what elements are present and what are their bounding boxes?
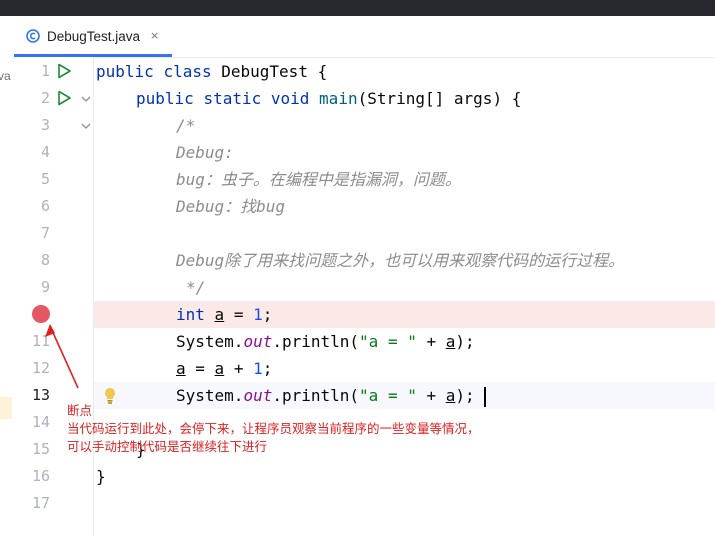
code-line-9[interactable]: */ (186, 274, 205, 301)
code-text: + (224, 359, 254, 378)
code-line-16[interactable]: } (96, 463, 106, 490)
line-number: 1 (40, 62, 50, 80)
code-line-5[interactable]: bug：虫子。在编程中是指漏洞，问题。 (176, 166, 461, 193)
code-line-10[interactable]: int a = 1; (176, 301, 272, 328)
tab-label: DebugTest.java (47, 29, 141, 44)
code-text: } (96, 467, 106, 486)
code-text: ; (262, 305, 273, 324)
code-line-8[interactable]: Debug除了用来找问题之外，也可以用来观察代码的运行过程。 (176, 247, 624, 274)
code-text: + (416, 332, 446, 351)
annotation-title: 断点 (67, 403, 93, 418)
project-panel-edge: va (0, 57, 14, 536)
project-selection-marker (0, 397, 12, 419)
variable: a (445, 332, 456, 351)
code-text: = (224, 305, 254, 324)
comment: bug：虫子。在编程中是指漏洞，问题。 (176, 170, 461, 189)
number-literal: 1 (253, 305, 263, 324)
line-number: 11 (31, 332, 50, 350)
close-icon[interactable]: × (150, 27, 159, 44)
line-number: 16 (31, 467, 50, 485)
chevron-down-icon[interactable] (80, 93, 92, 105)
comment: Debug: (176, 143, 234, 162)
code-text: ); (455, 332, 475, 351)
breakpoint-annotation: 断点 当代码运行到此处，会停下来，让程序员观察当前程序的一些变量等情况， 可以手… (67, 402, 480, 456)
breakpoint-icon[interactable] (32, 305, 50, 323)
text-caret (484, 387, 486, 407)
variable: a (176, 359, 186, 378)
annotation-text: 可以手动控制代码是否继续往下进行 (67, 439, 268, 454)
annotation-text: 当代码运行到此处，会停下来，让程序员观察当前程序的一些变量等情况， (67, 421, 480, 436)
code-line-1[interactable]: public class DebugTest { (96, 58, 327, 85)
code-text: .println( (272, 332, 360, 351)
keyword: public (136, 89, 194, 108)
class-name: DebugTest (221, 62, 308, 81)
line-number-current: 13 (31, 386, 50, 404)
line-number: 17 (31, 494, 50, 512)
java-class-icon (26, 29, 40, 43)
line-number: 12 (31, 359, 50, 377)
line-number: 6 (40, 197, 50, 215)
line-number: 4 (40, 143, 50, 161)
editor-tab-bar: DebugTest.java × (0, 16, 715, 58)
number-literal: 1 (253, 359, 263, 378)
title-bar (0, 0, 715, 16)
string-literal: "a = " (359, 332, 417, 351)
line-number: 7 (40, 224, 50, 242)
run-main-icon[interactable] (56, 90, 72, 106)
keyword: public (96, 62, 154, 81)
line-number: 5 (40, 170, 50, 188)
code-line-12[interactable]: a = a + 1; (176, 355, 272, 382)
static-field: out (243, 332, 273, 351)
line-number: 15 (31, 440, 50, 458)
variable: a (214, 305, 225, 324)
keyword: int (176, 305, 205, 324)
code-line-4[interactable]: Debug: (176, 139, 234, 166)
line-number: 2 (40, 89, 50, 107)
method-name: main (319, 89, 358, 108)
code-text: System. (176, 332, 244, 351)
keyword: static (203, 89, 262, 108)
comment: Debug除了用来找问题之外，也可以用来观察代码的运行过程。 (176, 251, 625, 270)
line-number: 9 (40, 278, 50, 296)
variable: a (214, 359, 225, 378)
line-number: 14 (31, 413, 50, 431)
keyword: class (163, 62, 212, 81)
code-text: ; (262, 359, 273, 378)
line-number: 8 (40, 251, 50, 269)
line-number: 3 (40, 116, 50, 134)
run-class-icon[interactable] (56, 63, 72, 79)
code-text: { (307, 62, 328, 81)
project-panel-label: va (0, 69, 11, 83)
code-line-6[interactable]: Debug：找bug (176, 193, 285, 220)
code-text: = (185, 359, 215, 378)
tab-debugtest-java[interactable]: DebugTest.java × (14, 16, 172, 57)
comment: /* (176, 116, 196, 135)
keyword: void (270, 89, 310, 108)
comment: Debug：找bug (176, 197, 286, 216)
chevron-down-icon[interactable] (80, 120, 92, 132)
code-line-3[interactable]: /* (176, 112, 195, 139)
code-line-2[interactable]: public static void main(String[] args) { (136, 85, 521, 112)
code-line-11[interactable]: System.out.println("a = " + a); (176, 328, 475, 355)
comment: */ (186, 278, 206, 297)
code-text: (String[] args) { (357, 89, 522, 108)
